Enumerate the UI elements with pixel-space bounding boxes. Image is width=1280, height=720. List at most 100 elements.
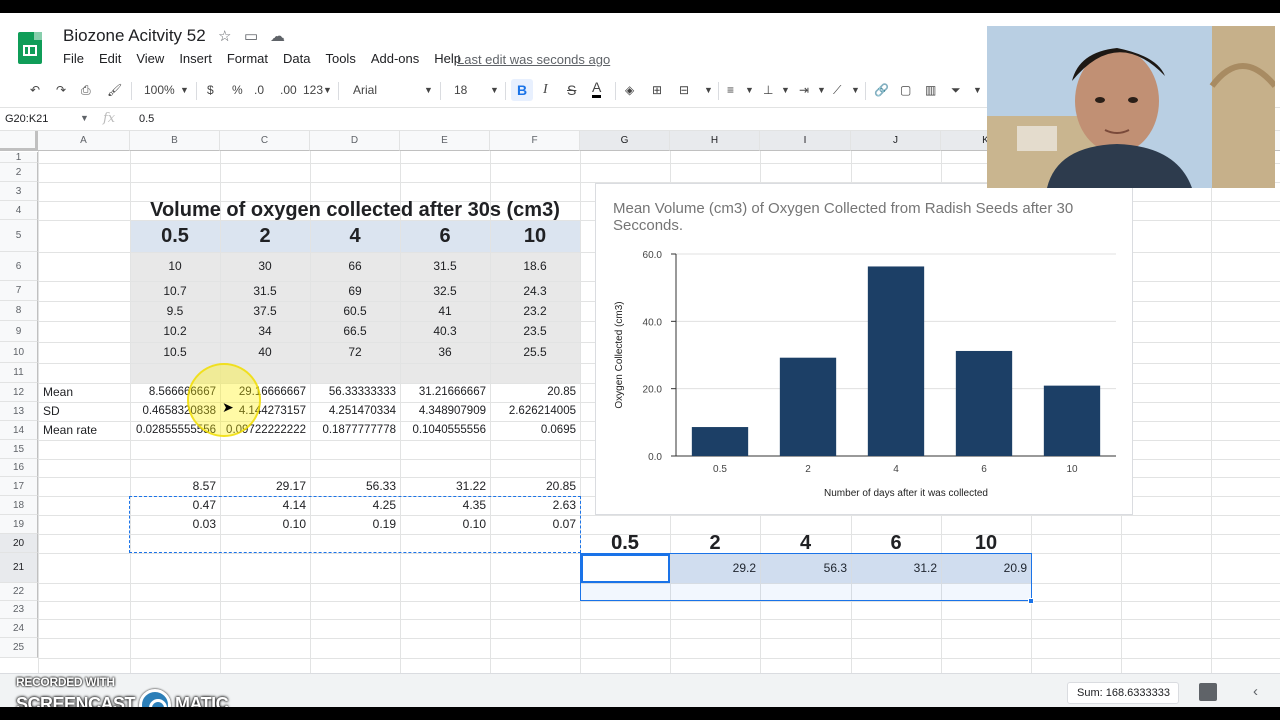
chart-x-tick-label: 4	[893, 464, 899, 475]
row-header-25[interactable]: 25	[0, 638, 38, 658]
summary-header: 2	[709, 532, 721, 554]
menu-item-format[interactable]: Format	[227, 51, 268, 66]
active-cell[interactable]	[581, 554, 670, 583]
row-header-1[interactable]: 1	[0, 152, 38, 163]
row-header-20[interactable]: 20	[0, 534, 38, 553]
row-header-12[interactable]: 12	[0, 383, 38, 402]
row-header-15[interactable]: 15	[0, 440, 38, 459]
row-header-5[interactable]: 5	[0, 220, 38, 252]
chevron-down-icon[interactable]: ▼	[80, 113, 89, 123]
menu-item-data[interactable]: Data	[283, 51, 310, 66]
chart-x-tick-label: 10	[1066, 464, 1078, 475]
row-header-11[interactable]: 11	[0, 363, 38, 383]
column-header-c[interactable]: C	[220, 131, 310, 151]
row-header-3[interactable]: 3	[0, 182, 38, 201]
row-header-9[interactable]: 9	[0, 321, 38, 342]
sheets-logo-icon[interactable]	[18, 32, 42, 64]
row-header-16[interactable]: 16	[0, 459, 38, 477]
sum-indicator[interactable]: Sum: 168.6333333 ▾	[1067, 682, 1179, 704]
table-cell: 66.5	[343, 324, 367, 338]
insert-chart-icon[interactable]: ▥	[925, 83, 936, 97]
table-cell: 31.5	[253, 284, 277, 298]
row-header-6[interactable]: 6	[0, 252, 38, 281]
more-formats-button[interactable]: 123	[303, 83, 323, 97]
horizontal-align-icon[interactable]: ≡	[727, 83, 734, 97]
bold-button[interactable]: B	[517, 82, 527, 98]
cloud-status-icon[interactable]: ☁	[270, 27, 285, 45]
table-cell: 10	[168, 259, 182, 273]
row-header-19[interactable]: 19	[0, 515, 38, 534]
strikethrough-button[interactable]: S	[567, 82, 576, 98]
side-panel-toggle-icon[interactable]: ‹	[1253, 683, 1258, 700]
column-header-b[interactable]: B	[130, 131, 220, 151]
insert-link-icon[interactable]: 🔗	[874, 83, 889, 97]
zoom-select[interactable]: 100%	[144, 83, 175, 97]
row-header-18[interactable]: 18	[0, 496, 38, 515]
row-header-7[interactable]: 7	[0, 281, 38, 301]
rounded-cell: 29.17	[275, 479, 306, 493]
increase-decimal-button[interactable]: .00	[280, 83, 297, 97]
menu-item-addons[interactable]: Add-ons	[371, 51, 419, 66]
column-header-d[interactable]: D	[310, 131, 400, 151]
row-header-13[interactable]: 13	[0, 402, 38, 421]
undo-icon[interactable]: ↶	[30, 83, 40, 97]
vertical-align-icon[interactable]: ⊥	[763, 83, 773, 97]
font-size-select[interactable]: 18	[454, 83, 467, 97]
currency-format-button[interactable]: $	[207, 83, 214, 97]
merge-cells-icon[interactable]: ⊟	[679, 83, 689, 97]
table-cell: 23.2	[523, 304, 547, 318]
row-header-14[interactable]: 14	[0, 421, 38, 440]
menu-item-view[interactable]: View	[136, 51, 164, 66]
row-header-10[interactable]: 10	[0, 342, 38, 363]
select-all-corner[interactable]	[0, 131, 38, 151]
column-header-e[interactable]: E	[400, 131, 490, 151]
print-icon[interactable]: ⎙	[81, 83, 91, 98]
row-header-24[interactable]: 24	[0, 619, 38, 638]
borders-icon[interactable]: ⊞	[652, 83, 662, 97]
italic-button[interactable]: I	[543, 82, 548, 98]
row-header-22[interactable]: 22	[0, 583, 38, 601]
column-header-f[interactable]: F	[490, 131, 580, 151]
row-header-21[interactable]: 21	[0, 553, 38, 583]
filter-icon[interactable]: ⏷	[951, 83, 961, 98]
chart[interactable]: Mean Volume (cm3) of Oxygen Collected fr…	[595, 183, 1133, 515]
fill-handle[interactable]	[1028, 598, 1034, 604]
chevron-down-icon: ▼	[704, 85, 713, 95]
menu-item-file[interactable]: File	[63, 51, 84, 66]
name-box[interactable]: G20:K21	[5, 113, 48, 125]
webcam-overlay	[987, 26, 1275, 188]
menu-item-edit[interactable]: Edit	[99, 51, 121, 66]
column-header-a[interactable]: A	[38, 131, 130, 151]
table-cell: 41	[438, 304, 452, 318]
formula-input[interactable]: 0.5	[139, 113, 154, 125]
text-wrapping-icon[interactable]: ⇥	[799, 83, 809, 97]
row-header-2[interactable]: 2	[0, 163, 38, 182]
redo-icon[interactable]: ↷	[56, 83, 66, 97]
insert-comment-icon[interactable]: ▢	[900, 83, 911, 97]
star-icon[interactable]: ☆	[218, 27, 231, 45]
explore-icon[interactable]	[1199, 683, 1217, 701]
row-header-17[interactable]: 17	[0, 477, 38, 496]
mouse-cursor-icon: ➤	[222, 399, 234, 415]
menu-item-tools[interactable]: Tools	[325, 51, 355, 66]
column-header-j[interactable]: J	[851, 131, 941, 151]
document-title[interactable]: Biozone Acitvity 52	[63, 26, 206, 46]
percent-format-button[interactable]: %	[232, 83, 243, 97]
decrease-decimal-button[interactable]: .0	[254, 83, 264, 97]
table-cell: 10.5	[163, 345, 187, 359]
column-header-g[interactable]: G	[580, 131, 670, 151]
fill-color-icon[interactable]: ◈	[625, 83, 634, 97]
menu-item-insert[interactable]: Insert	[179, 51, 212, 66]
font-family-select[interactable]: Arial	[353, 83, 377, 97]
row-header-4[interactable]: 4	[0, 201, 38, 220]
last-edit-link[interactable]: Last edit was seconds ago	[457, 52, 610, 67]
column-header-i[interactable]: I	[760, 131, 851, 151]
row-header-23[interactable]: 23	[0, 601, 38, 619]
column-header-h[interactable]: H	[670, 131, 760, 151]
move-folder-icon[interactable]: ▭	[244, 27, 258, 45]
text-rotation-icon[interactable]: ⟋	[833, 83, 841, 98]
row-header-8[interactable]: 8	[0, 301, 38, 321]
text-color-button[interactable]: A	[592, 80, 602, 98]
paint-format-icon[interactable]: 🖌	[107, 83, 122, 97]
rounded-cell: 20.85	[545, 479, 576, 493]
